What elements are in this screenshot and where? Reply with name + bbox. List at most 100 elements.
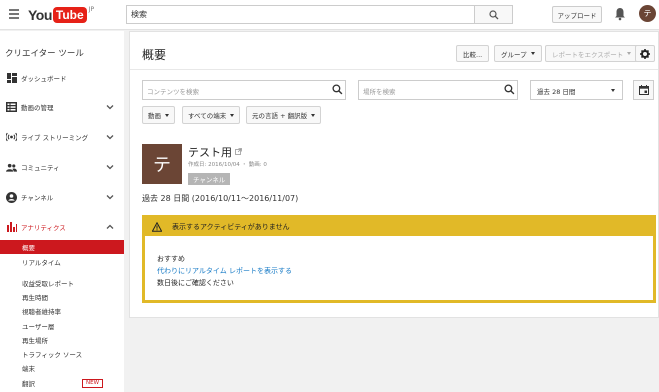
channel-meta: 作成日: 2016/10/04 ・ 動画: 0 xyxy=(188,162,267,168)
sidebar-subitem-label: 視聴者維持率 xyxy=(22,308,61,316)
sidebar-subitem-label: トラフィック ソース xyxy=(22,351,83,359)
content-type-dropdown[interactable]: 動画 xyxy=(142,106,175,124)
search-icon xyxy=(332,84,343,95)
export-report-button[interactable]: レポートをエクスポート xyxy=(545,45,639,62)
sidebar: クリエイター ツール ダッシュボード 動画の管理 ライブ ストリーミング コミュ… xyxy=(0,31,124,392)
date-range-value: 過去 28 日間 xyxy=(537,88,576,96)
external-link-icon[interactable] xyxy=(235,148,242,155)
dropdown-label: すべての端末 xyxy=(188,112,227,120)
group-button[interactable]: グループ xyxy=(494,45,542,62)
dropdown-label: 動画 xyxy=(148,112,161,120)
sidebar-subitem-audience-retention[interactable]: 視聴者維持率 xyxy=(0,304,124,318)
sidebar-subitem-label: 端末 xyxy=(22,365,35,373)
alert-heading: 表示するアクティビティがありません xyxy=(172,223,290,231)
channel-badge: チャンネル xyxy=(188,173,231,185)
sidebar-item-label: コミュニティ xyxy=(21,164,60,172)
content-search-input[interactable]: コンテンツを検索 xyxy=(142,80,346,100)
account-circle-icon xyxy=(6,191,17,203)
sidebar-item-dashboard[interactable]: ダッシュボード xyxy=(0,69,124,87)
date-range-select[interactable]: 過去 28 日間 xyxy=(530,80,623,100)
menu-icon[interactable] xyxy=(9,9,19,19)
community-icon xyxy=(6,162,17,173)
sidebar-item-analytics[interactable]: アナリティクス xyxy=(0,218,124,236)
search-icon xyxy=(504,84,515,95)
sidebar-subitem-label: 概要 xyxy=(22,244,35,252)
sidebar-subitem-revenue[interactable]: 収益受取レポート xyxy=(0,276,124,290)
logo-text-you: You xyxy=(28,7,52,23)
sidebar-item-label: ライブ ストリーミング xyxy=(21,134,89,142)
search-input[interactable]: 検索 xyxy=(126,5,475,24)
caret-down-icon xyxy=(627,52,632,55)
top-bar: You Tube JP 検索 アップロード テ xyxy=(0,0,659,30)
recommendation-title: おすすめ xyxy=(157,255,185,263)
logo-region: JP xyxy=(88,6,95,13)
caret-down-icon xyxy=(530,52,535,55)
logo-text-tube: Tube xyxy=(52,7,87,23)
calendar-icon xyxy=(638,85,649,95)
settings-button[interactable] xyxy=(635,45,655,62)
chevron-down-icon xyxy=(106,165,114,170)
header-divider xyxy=(130,69,658,70)
main-panel: 概要 比較... グループ レポートをエクスポート コンテンツを検索 場所を検索… xyxy=(129,31,659,318)
alert-header: 表示するアクティビティがありません xyxy=(145,218,653,236)
upload-button[interactable]: アップロード xyxy=(552,6,602,23)
location-search-input[interactable]: 場所を検索 xyxy=(358,80,518,100)
sidebar-item-label: アナリティクス xyxy=(21,224,66,232)
search-button[interactable] xyxy=(475,5,513,24)
warning-icon xyxy=(152,222,162,232)
chevron-down-icon xyxy=(106,135,114,140)
video-manager-icon xyxy=(6,102,17,113)
bell-icon[interactable] xyxy=(614,7,626,21)
sidebar-subitem-playback-locations[interactable]: 再生場所 xyxy=(0,333,124,347)
sidebar-item-label: チャンネル xyxy=(21,194,54,202)
caret-down-icon xyxy=(611,89,615,92)
sidebar-item-video-manager[interactable]: 動画の管理 xyxy=(0,98,124,116)
calendar-button[interactable] xyxy=(633,80,654,100)
sidebar-subitem-label: リアルタイム xyxy=(22,259,61,267)
realtime-report-link[interactable]: 代わりにリアルタイム レポートを表示する xyxy=(157,266,292,276)
no-activity-alert: 表示するアクティビティがありません おすすめ 代わりにリアルタイム レポートを表… xyxy=(142,215,656,303)
sidebar-subitem-overview[interactable]: 概要 xyxy=(0,240,124,254)
chevron-down-icon xyxy=(106,195,114,200)
sidebar-subitem-watch-time[interactable]: 再生時間 xyxy=(0,290,124,304)
sidebar-subitem-label: 再生時間 xyxy=(22,294,48,302)
group-button-label: グループ xyxy=(501,50,527,59)
sidebar-subitem-realtime[interactable]: リアルタイム xyxy=(0,255,124,269)
channel-avatar[interactable]: テ xyxy=(142,144,182,184)
youtube-logo[interactable]: You Tube JP xyxy=(28,6,94,24)
sidebar-item-live-streaming[interactable]: ライブ ストリーミング xyxy=(0,128,124,146)
analytics-icon xyxy=(6,222,17,233)
sidebar-subitem-devices[interactable]: 端末 xyxy=(0,361,124,375)
dashboard-icon xyxy=(6,73,17,84)
channel-name[interactable]: テスト用 xyxy=(188,144,232,160)
sidebar-subitem-label: 再生場所 xyxy=(22,337,48,345)
sidebar-subitem-traffic-sources[interactable]: トラフィック ソース xyxy=(0,347,124,361)
search-icon xyxy=(488,9,498,19)
account-avatar[interactable]: テ xyxy=(639,5,656,22)
sidebar-subitem-label: 収益受取レポート xyxy=(22,280,74,288)
sidebar-subitem-demographics[interactable]: ユーザー層 xyxy=(0,319,124,333)
sidebar-subitem-label: ユーザー層 xyxy=(22,323,55,331)
sidebar-item-label: ダッシュボード xyxy=(21,75,67,83)
sidebar-subitem-label: 翻訳 xyxy=(22,380,35,388)
live-streaming-icon xyxy=(6,132,17,143)
recommendation-note: 数日後にご確認ください xyxy=(157,279,234,287)
sidebar-subitem-translations[interactable]: 翻訳 NEW xyxy=(0,376,124,390)
export-report-label: レポートをエクスポート xyxy=(552,50,624,59)
caret-down-icon xyxy=(311,113,316,117)
compare-button[interactable]: 比較... xyxy=(456,45,490,62)
date-period: 過去 28 日間 (2016/10/11〜2016/11/07) xyxy=(142,194,299,203)
chevron-down-icon xyxy=(106,105,114,110)
page-title: 概要 xyxy=(142,48,167,62)
caret-down-icon xyxy=(230,113,235,117)
sidebar-item-label: 動画の管理 xyxy=(21,104,54,112)
device-dropdown[interactable]: すべての端末 xyxy=(182,106,241,124)
sidebar-item-community[interactable]: コミュニティ xyxy=(0,158,124,176)
gear-icon xyxy=(640,48,650,59)
language-dropdown[interactable]: 元の言語 + 翻訳版 xyxy=(246,106,322,124)
dropdown-label: 元の言語 + 翻訳版 xyxy=(252,112,308,120)
caret-down-icon xyxy=(165,113,169,117)
chevron-up-icon xyxy=(106,224,114,229)
new-badge: NEW xyxy=(82,379,104,388)
sidebar-item-channel[interactable]: チャンネル xyxy=(0,188,124,206)
